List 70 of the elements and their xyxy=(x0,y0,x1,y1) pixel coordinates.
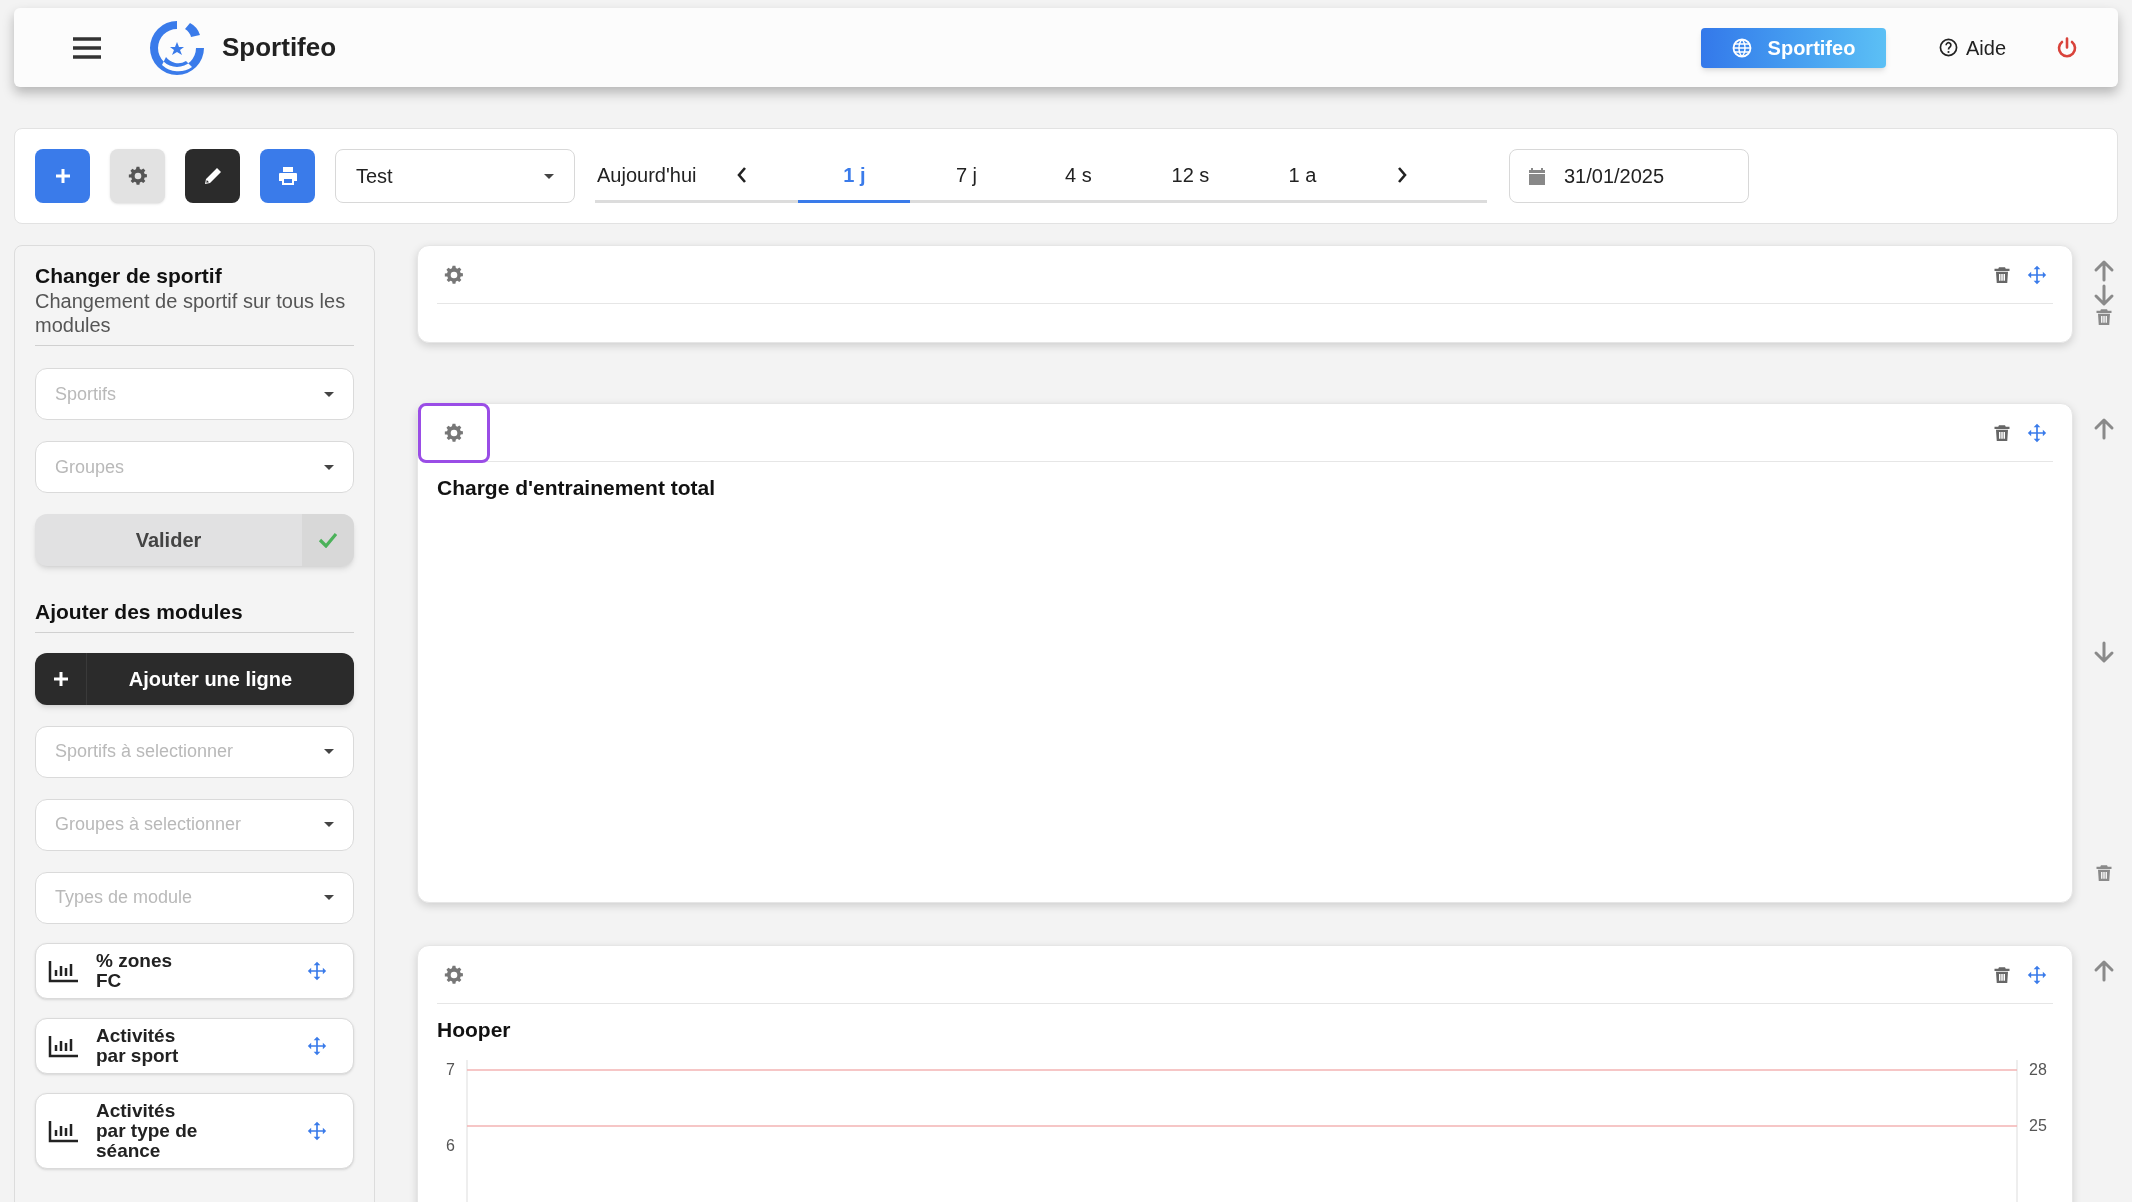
trash-icon[interactable] xyxy=(1993,422,2011,443)
app-name: Sportifeo xyxy=(222,31,337,64)
move-icon[interactable] xyxy=(2027,264,2047,285)
print-button[interactable] xyxy=(260,149,315,203)
add-button[interactable] xyxy=(35,149,90,203)
chevron-right-icon[interactable] xyxy=(1396,165,1409,184)
trash-icon[interactable] xyxy=(1993,264,2011,285)
caret-icon xyxy=(324,391,334,397)
module-item[interactable]: Activités par sport xyxy=(35,1017,354,1074)
trash-icon[interactable] xyxy=(2095,307,2113,327)
module-title: Hooper xyxy=(437,1017,512,1043)
section-title: Changer de sportif xyxy=(35,263,223,289)
plus-icon xyxy=(51,669,70,688)
period-tab[interactable]: 1 a xyxy=(1246,149,1359,203)
arrow-down-icon[interactable] xyxy=(2092,640,2116,664)
section-subtitle: Changement de sportif sur tous les modules xyxy=(35,289,354,346)
add-row-button[interactable]: Ajouter une ligne xyxy=(35,652,354,705)
move-icon[interactable] xyxy=(2027,422,2047,443)
settings-icon xyxy=(127,166,148,186)
arrow-up-icon[interactable] xyxy=(2092,417,2116,441)
settings-button[interactable] xyxy=(418,402,490,463)
module-title: Charge d'entrainement total xyxy=(437,475,717,501)
print-icon xyxy=(277,166,298,186)
caret-icon xyxy=(324,464,334,470)
globe-icon xyxy=(1731,37,1752,58)
help-link[interactable]: Aide xyxy=(1938,32,2006,63)
edit-button[interactable] xyxy=(185,149,240,203)
menu-icon[interactable] xyxy=(72,35,102,60)
trash-icon[interactable] xyxy=(1993,964,2011,985)
caret-icon xyxy=(324,895,334,900)
arrow-up-icon[interactable] xyxy=(2092,959,2116,983)
period-tab[interactable]: 7 j xyxy=(910,149,1023,203)
caret-icon xyxy=(324,822,334,827)
move-icon[interactable] xyxy=(307,1120,327,1141)
calendar-icon xyxy=(1528,166,1546,186)
module-label: % zones FC xyxy=(96,950,174,991)
settings-icon xyxy=(444,264,464,285)
period-tab[interactable]: 1 j xyxy=(798,149,911,203)
move-icon[interactable] xyxy=(2027,964,2047,985)
period-tab[interactable]: 12 s xyxy=(1134,149,1247,203)
module-item[interactable]: Activités par type de séance xyxy=(35,1092,354,1169)
move-icon[interactable] xyxy=(307,960,327,981)
settings-icon xyxy=(444,422,464,443)
plus-icon xyxy=(53,167,72,185)
pencil-icon xyxy=(202,166,223,186)
move-icon[interactable] xyxy=(307,1035,327,1056)
module-label: Activités par type de séance xyxy=(96,1100,199,1161)
date-field[interactable]: 31/01/2025 xyxy=(1509,149,1749,203)
period-tab[interactable]: 4 s xyxy=(1022,149,1135,203)
axis-tick-label: 6 xyxy=(446,1136,455,1154)
view-select[interactable]: Test xyxy=(335,149,575,203)
axis-tick-label: 7 xyxy=(446,1060,455,1078)
settings-button[interactable] xyxy=(110,149,165,203)
arrow-down-icon[interactable] xyxy=(2092,283,2116,307)
module-label: Activités par sport xyxy=(96,1025,180,1066)
caret-icon xyxy=(324,749,334,754)
section-title: Ajouter des modules xyxy=(35,596,354,633)
power-icon[interactable] xyxy=(2056,36,2078,59)
axis-tick-label: 25 xyxy=(2029,1116,2047,1134)
help-icon xyxy=(1938,38,1958,57)
arrow-up-icon[interactable] xyxy=(2092,259,2116,283)
today-button[interactable]: Aujourd'hui xyxy=(595,149,737,200)
validate-button[interactable]: Valider xyxy=(35,514,354,566)
trash-icon[interactable] xyxy=(2095,863,2113,883)
axis-tick-label: 28 xyxy=(2029,1060,2047,1078)
chevron-left-icon[interactable] xyxy=(736,165,749,184)
settings-icon xyxy=(444,964,464,985)
caret-icon xyxy=(544,173,554,179)
check-icon xyxy=(318,532,338,548)
module-item[interactable]: % zones FC xyxy=(35,942,354,999)
